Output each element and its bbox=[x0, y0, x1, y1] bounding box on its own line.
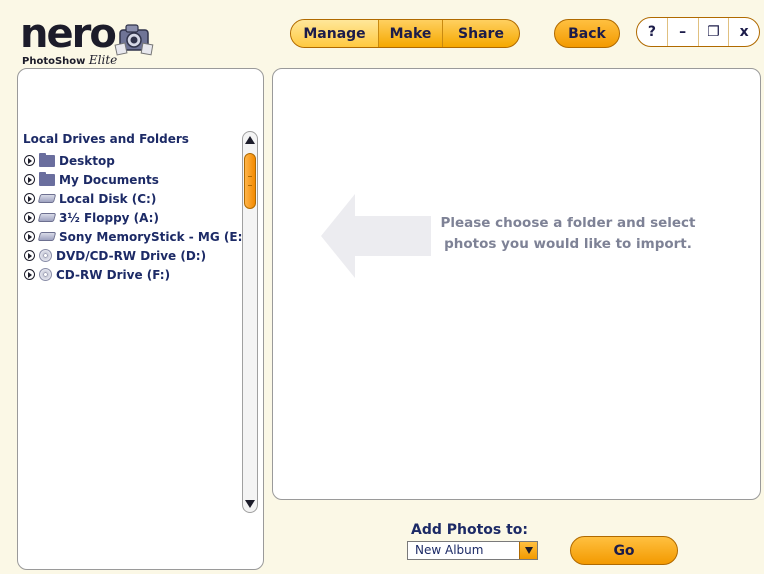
scroll-up-arrow-icon[interactable] bbox=[245, 136, 255, 144]
tree-item-label: Desktop bbox=[59, 153, 115, 168]
expand-icon[interactable] bbox=[24, 174, 35, 185]
tree-item-local-disk-c[interactable]: Local Disk (C:) bbox=[24, 189, 239, 208]
scroll-thumb[interactable] bbox=[244, 153, 256, 209]
folder-tree-title: Local Drives and Folders bbox=[23, 132, 189, 146]
folder-icon bbox=[39, 153, 55, 167]
tab-make[interactable]: Make bbox=[379, 20, 443, 47]
cd-drive-icon bbox=[39, 268, 52, 281]
expand-icon[interactable] bbox=[24, 231, 35, 242]
folder-browser-panel: Local Drives and Folders Desktop My Docu… bbox=[17, 68, 264, 570]
help-button[interactable]: ? bbox=[637, 18, 668, 46]
camera-icon bbox=[114, 24, 154, 56]
expand-icon[interactable] bbox=[24, 212, 35, 223]
tree-item-cd-drive-f[interactable]: CD-RW Drive (F:) bbox=[24, 265, 239, 284]
tab-share[interactable]: Share bbox=[443, 20, 519, 47]
import-instructions: Please choose a folder and select photos… bbox=[440, 215, 696, 252]
tree-item-label: CD-RW Drive (F:) bbox=[56, 267, 171, 282]
scroll-down-arrow-icon[interactable] bbox=[245, 500, 255, 508]
close-button[interactable]: x bbox=[729, 18, 759, 46]
tree-item-label: My Documents bbox=[59, 172, 159, 187]
window-controls: ? – ❐ x bbox=[636, 17, 760, 47]
go-button[interactable]: Go bbox=[570, 536, 678, 565]
tree-item-memorystick-e[interactable]: Sony MemoryStick - MG (E:) bbox=[24, 227, 248, 246]
left-arrow-icon bbox=[321, 194, 431, 278]
back-button[interactable]: Back bbox=[554, 19, 620, 48]
folder-icon bbox=[39, 172, 55, 186]
nero-photoshow-logo: nero PhotoShow Elite bbox=[20, 11, 160, 67]
tree-item-dvd-drive-d[interactable]: DVD/CD-RW Drive (D:) bbox=[24, 246, 239, 265]
folder-tree: Desktop My Documents Local Disk (C:) 3½ … bbox=[24, 151, 248, 284]
tree-item-label: DVD/CD-RW Drive (D:) bbox=[56, 248, 207, 263]
cd-drive-icon bbox=[39, 249, 52, 262]
tree-item-my-documents[interactable]: My Documents bbox=[24, 170, 239, 189]
tree-item-floppy-a[interactable]: 3½ Floppy (A:) bbox=[24, 208, 239, 227]
photo-preview-panel: Please choose a folder and select photos… bbox=[272, 68, 761, 500]
main-mode-tabs: Manage Make Share bbox=[290, 19, 520, 48]
expand-icon[interactable] bbox=[24, 155, 35, 166]
hard-disk-icon bbox=[37, 194, 57, 203]
album-dropdown-value: New Album bbox=[415, 543, 484, 557]
add-photos-label: Add Photos to: bbox=[411, 522, 529, 538]
tree-item-label: 3½ Floppy (A:) bbox=[59, 210, 159, 225]
logo-brand: nero bbox=[20, 11, 117, 57]
tab-manage[interactable]: Manage bbox=[291, 20, 379, 47]
memory-stick-drive-icon bbox=[37, 232, 57, 241]
tree-item-label: Sony MemoryStick - MG (E:) bbox=[59, 229, 248, 244]
chevron-down-icon[interactable] bbox=[519, 542, 537, 559]
expand-icon[interactable] bbox=[24, 193, 35, 204]
floppy-drive-icon bbox=[37, 213, 57, 222]
tree-item-desktop[interactable]: Desktop bbox=[24, 151, 239, 170]
expand-icon[interactable] bbox=[24, 250, 35, 261]
expand-icon[interactable] bbox=[24, 269, 35, 280]
logo-edition: Elite bbox=[88, 53, 118, 67]
minimize-button[interactable]: – bbox=[668, 18, 699, 46]
tree-item-label: Local Disk (C:) bbox=[59, 191, 157, 206]
logo-product: PhotoShow bbox=[22, 56, 86, 67]
album-dropdown[interactable]: New Album bbox=[407, 541, 538, 560]
folder-tree-scrollbar[interactable] bbox=[242, 131, 258, 513]
restore-button[interactable]: ❐ bbox=[699, 18, 730, 46]
